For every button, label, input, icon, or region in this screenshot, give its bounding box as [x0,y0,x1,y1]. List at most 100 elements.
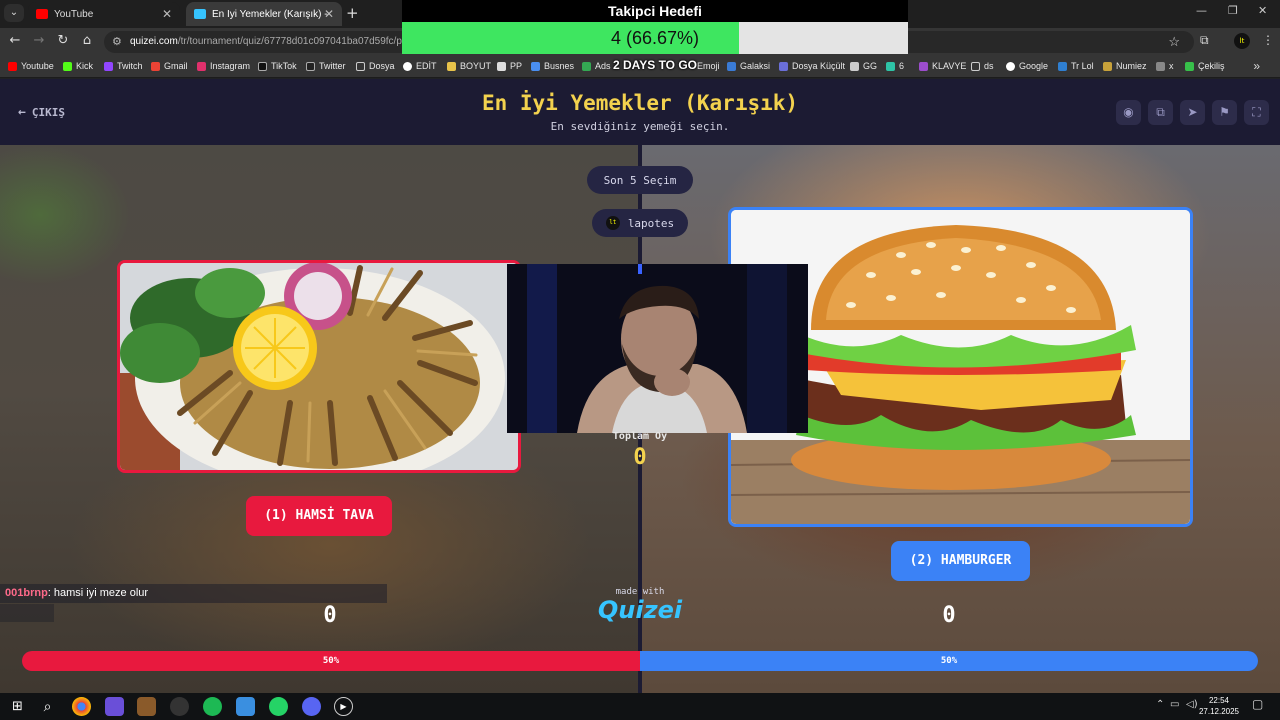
hamsi-tava-image [120,263,518,470]
whatsapp-icon[interactable] [269,697,288,716]
streamer-avatar: lt [605,216,620,230]
discord-icon[interactable] [302,697,321,716]
menu-kebab-icon[interactable]: ⋮ [1262,33,1274,47]
bookmark-edit[interactable]: EDİT [403,61,437,71]
notifications-icon[interactable]: ▢ [1252,697,1263,711]
quizei-favicon-icon [194,9,206,19]
bookmark-pp[interactable]: PP [497,61,522,71]
new-tab-icon[interactable]: + [346,4,359,22]
bookmark-trlol[interactable]: Tr Lol [1058,61,1094,71]
restore-icon[interactable]: ❐ [1228,4,1238,17]
more-bookmarks-icon[interactable]: » [1253,59,1260,73]
bookmark-boyut[interactable]: BOYUT [447,61,491,71]
follower-goal-days: 2 DAYS TO GO [612,58,698,72]
tab-label: En İyi Yemekler (Karışık) - Tier Li [212,8,330,20]
option-card-hamsi[interactable] [117,260,521,473]
rp-icon [779,61,788,71]
quiz-page: ← ÇIKIŞ En İyi Yemekler (Karışık) En sevd… [0,79,1280,693]
webcam-overlay [507,264,808,433]
obs-icon[interactable] [170,697,189,716]
gg-icon [850,61,859,71]
quizei-logo[interactable]: Quizei [590,596,690,624]
instagram-icon [197,61,206,71]
bookmark-6[interactable]: 6 [886,61,904,71]
bookmark-x[interactable]: x [1156,61,1174,71]
chrome-icon[interactable] [72,697,91,716]
reload-icon[interactable]: ↻ [54,33,72,48]
copy-icon[interactable]: ⧉ [1148,100,1173,125]
minimize-icon[interactable]: — [1196,4,1207,17]
media-player-icon[interactable]: ▶ [334,697,353,716]
close-window-icon[interactable]: ✕ [1258,4,1267,17]
spotify-icon[interactable] [203,697,222,716]
youtube-icon [36,9,48,19]
site-info-icon[interactable]: ⚙ [112,31,122,53]
system-clock[interactable]: 22:54 27.12.2025 [1196,695,1242,717]
gmail-icon [151,61,160,71]
tab-youtube[interactable]: YouTube ✕ [28,2,180,26]
option-button-hamsi[interactable]: (1) HAMSİ TAVA [246,496,392,536]
last-choices-button[interactable]: Son 5 Seçim [587,166,693,194]
right-score: 0 [942,603,956,628]
bookmark-twitch[interactable]: Twitch [104,61,143,71]
twitch-icon [104,61,113,71]
profile-avatar[interactable]: lt [1234,33,1250,49]
meta-icon [531,61,540,71]
youtube-icon [8,61,17,71]
streamer-badge: lt lapotes [592,209,688,237]
bookmark-numiez[interactable]: Numiez [1103,61,1147,71]
page-header: ← ÇIKIŞ En İyi Yemekler (Karışık) En sevd… [0,79,1280,145]
total-votes-value: 0 [633,445,647,470]
bookmark-klavye[interactable]: KLAVYE [919,61,966,71]
chat-text: : hamsi iyi meze olur [47,587,149,599]
right-percent-label: 50% [940,656,958,666]
bookmark-twitter[interactable]: Twitter [306,61,346,71]
bookmark-instagram[interactable]: Instagram [197,61,250,71]
fullscreen-icon[interactable]: ⛶ [1244,100,1269,125]
flag-icon[interactable]: ⚑ [1212,100,1237,125]
search-icon[interactable]: ⌕ [38,697,57,716]
obs-app-icon[interactable] [137,697,156,716]
photo-app-icon[interactable] [236,697,255,716]
bookmark-cekilis[interactable]: Çekiliş [1185,61,1225,71]
bookmark-gg[interactable]: GG [850,61,877,71]
vote-progress-bar: 50% 50% [22,651,1258,671]
bookmark-google[interactable]: Google [1006,61,1048,71]
page-subtitle: En sevdiğiniz yemeği seçin. [550,120,730,133]
close-tab-icon[interactable]: ✕ [324,7,334,21]
x-icon [306,61,315,71]
eye-icon[interactable]: ◉ [1116,100,1141,125]
home-icon[interactable]: ⌂ [78,33,96,48]
bookmark-tiktok[interactable]: TikTok [258,61,297,71]
tab-search-icon[interactable]: ⌄ [4,4,24,22]
folder-icon [971,61,980,71]
option-button-hamburger[interactable]: (2) HAMBURGER [891,541,1030,581]
bookmark-kick[interactable]: Kick [63,61,93,71]
cekilis-icon [1185,61,1194,71]
total-votes-label: Toplam Oy [612,431,668,442]
klavye-icon [919,61,928,71]
network-icon[interactable]: ▭ [1170,699,1179,710]
back-arrow-icon[interactable]: ← [6,33,24,48]
follower-goal-text: 4 (66.67%) [610,28,700,48]
trlol-icon [1058,61,1067,71]
forward-arrow-icon[interactable]: → [30,33,48,48]
versus-arena: Son 5 Seçim lt lapotes (1) HAMSİ TAVA (2… [0,145,1280,693]
twitch-studio-icon[interactable] [105,697,124,716]
send-icon[interactable]: ➤ [1180,100,1205,125]
extensions-icon[interactable]: ⧉ [1200,33,1209,48]
six-icon [886,61,895,71]
tab-quizei[interactable]: En İyi Yemekler (Karışık) - Tier Li ✕ [186,2,342,26]
bookmark-dosya[interactable]: Dosya [356,61,395,71]
url-domain: quizei.com [130,36,178,47]
bookmark-gmail[interactable]: Gmail [151,61,188,71]
clock-date: 27.12.2025 [1198,707,1240,716]
close-tab-icon[interactable]: ✕ [162,7,172,21]
tray-chevron-icon[interactable]: ⌃ [1156,699,1164,710]
bookmark-ds[interactable]: ds [971,61,994,71]
bookmark-dosya-kucult[interactable]: Dosya Küçült [779,61,845,71]
bookmark-star-icon[interactable]: ☆ [1168,31,1180,53]
windows-start-icon[interactable]: ⊞ [8,697,27,716]
bookmark-youtube[interactable]: Youtube [8,61,54,71]
chat-message: 001brnp: hamsi iyi meze olur [0,584,387,603]
